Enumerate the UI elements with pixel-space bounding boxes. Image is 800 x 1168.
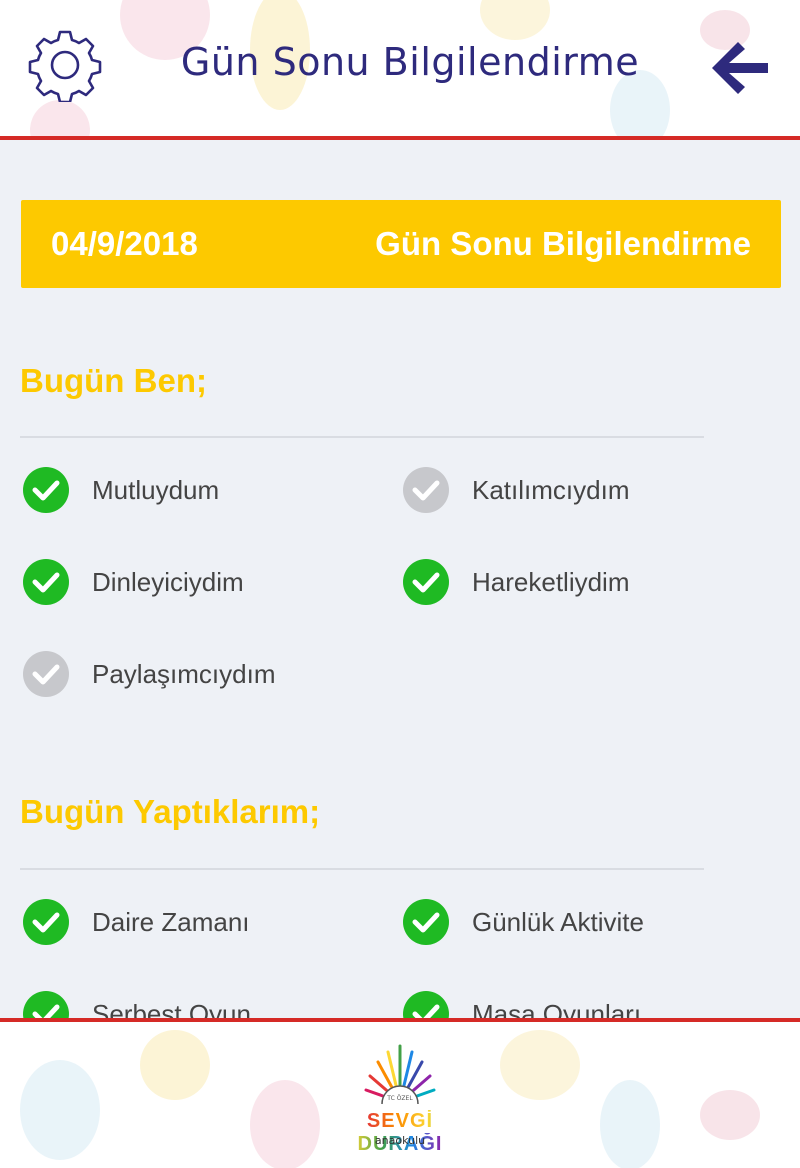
checklist-item-paylasimciydim[interactable]: Paylaşımcıydım	[23, 650, 276, 698]
handprint-decoration	[500, 1030, 580, 1100]
checklist-item-gunluk-aktivite[interactable]: Günlük Aktivite	[403, 898, 644, 946]
checklist-item-label: Günlük Aktivite	[472, 906, 644, 937]
app-header: Gün Sonu Bilgilendirme	[0, 0, 800, 136]
checklist-item-serbest-oyun[interactable]: Serbest Oyun	[23, 990, 251, 1020]
checklist-item-masa-oyunlari[interactable]: Masa Oyunları	[403, 990, 641, 1020]
checklist-item-daire-zamani[interactable]: Daire Zamanı	[23, 898, 250, 946]
check-circle-icon	[23, 559, 69, 605]
check-circle-icon	[403, 991, 449, 1020]
section-title-bugun-yaptiklarim: Bugün Yaptıklarım;	[20, 793, 321, 830]
checklist-item-label: Daire Zamanı	[92, 906, 250, 937]
arrow-left-icon[interactable]	[708, 36, 772, 100]
checklist-item-dinleyiciydim[interactable]: Dinleyiciydim	[23, 558, 244, 606]
check-circle-icon	[23, 899, 69, 945]
checklist-item-label: Dinleyiciydim	[92, 566, 244, 597]
handprint-decoration	[250, 1080, 320, 1168]
section-title-bugun-ben: Bugün Ben;	[20, 362, 207, 399]
handprint-decoration	[700, 1090, 760, 1140]
page-title: Gün Sonu Bilgilendirme	[180, 40, 640, 84]
checklist-item-label: Masa Oyunları	[472, 998, 642, 1021]
check-circle-icon	[403, 899, 449, 945]
logo-top-text: TC ÖZEL	[386, 1095, 413, 1102]
checklist-item-label: Hareketliydim	[472, 566, 630, 597]
handprint-decoration	[30, 100, 90, 136]
logo-subtitle: anaokulu	[374, 1134, 426, 1147]
handprint-decoration	[140, 1030, 210, 1100]
check-circle-icon	[23, 991, 69, 1020]
checklist-item-label: Mutluydum	[92, 474, 220, 505]
handprint-decoration	[20, 1060, 100, 1160]
logo-name: SEVGİ DURAĞI	[330, 1110, 470, 1156]
checklist-item-hareketliydim[interactable]: Hareketliydim	[403, 558, 630, 606]
checklist-item-label: Katılımcıydım	[472, 474, 630, 505]
footer-divider	[0, 1018, 800, 1022]
checklist-item-katilimciydim[interactable]: Katılımcıydım	[403, 466, 629, 514]
section-divider	[20, 436, 704, 438]
school-logo: TC ÖZEL SEVGİ DURAĞI anaokulu	[330, 1042, 470, 1162]
handprint-decoration	[600, 1080, 660, 1168]
check-circle-icon	[23, 467, 69, 513]
app-footer: TC ÖZEL SEVGİ DURAĞI anaokulu	[0, 1020, 800, 1168]
checklist-item-mutluydum[interactable]: Mutluydum	[23, 466, 219, 514]
check-circle-icon	[403, 559, 449, 605]
banner-title: Gün Sonu Bilgilendirme	[375, 225, 751, 262]
date-banner: 04/9/2018 Gün Sonu Bilgilendirme	[21, 200, 781, 288]
check-circle-icon	[403, 467, 449, 513]
logo-name-text: SEVGİ DURAĞI	[357, 1110, 443, 1155]
handprint-decoration	[480, 0, 550, 40]
report-date: 04/9/2018	[51, 225, 198, 262]
main-content: 04/9/2018 Gün Sonu Bilgilendirme Bugün B…	[0, 140, 800, 1020]
check-circle-icon	[23, 651, 69, 697]
checklist-item-label: Paylaşımcıydım	[92, 658, 276, 689]
checklist-item-label: Serbest Oyun	[92, 998, 251, 1021]
section-divider	[20, 868, 704, 870]
